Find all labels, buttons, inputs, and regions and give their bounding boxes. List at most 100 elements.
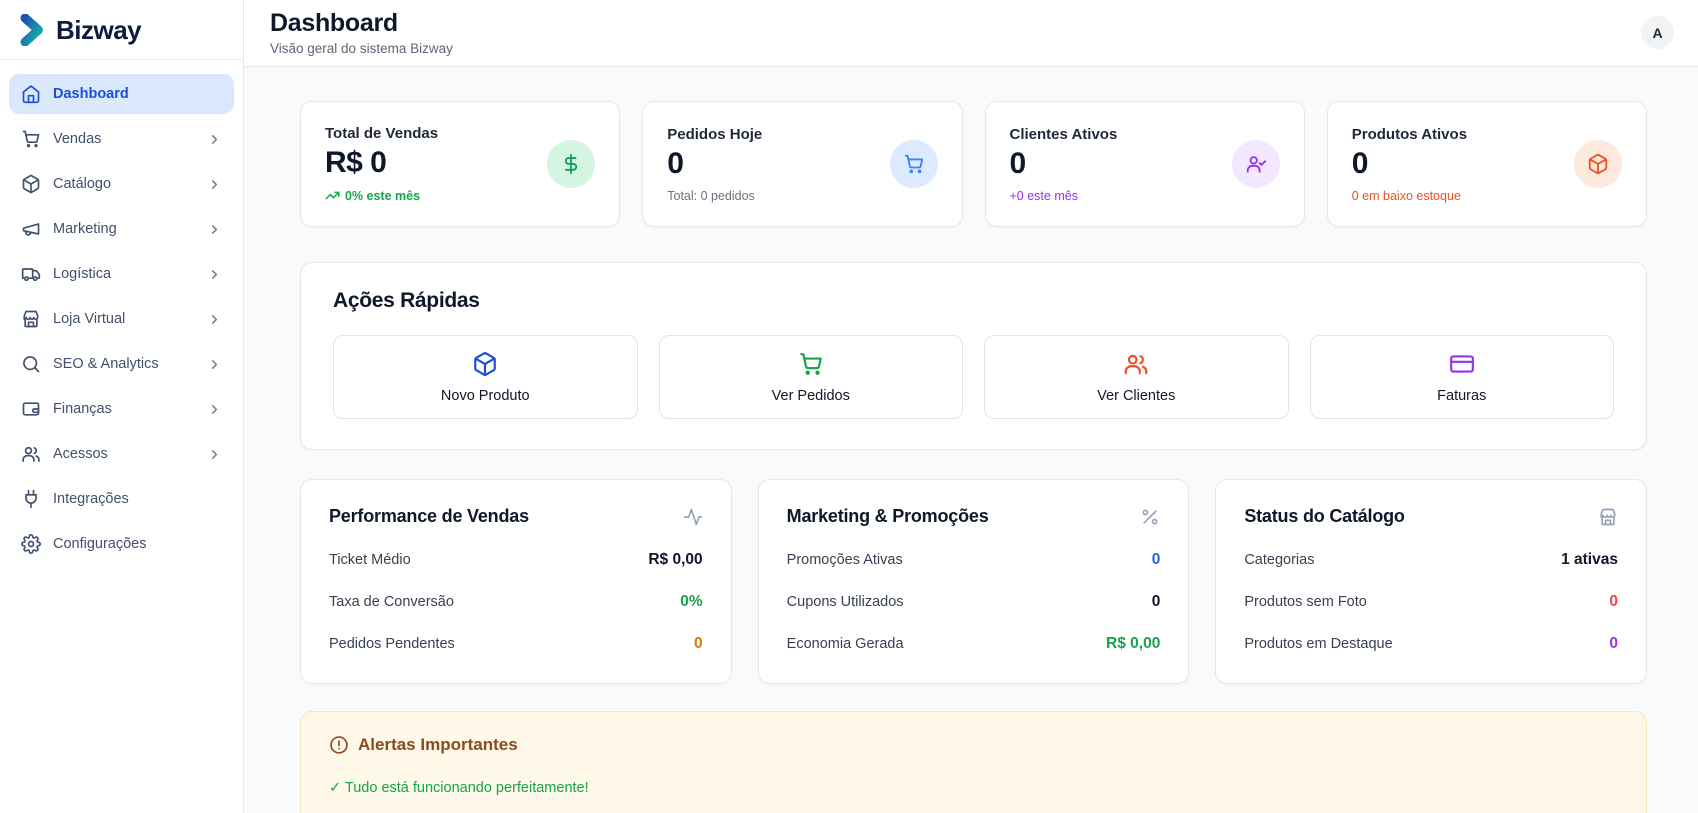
info-row-label: Produtos em Destaque — [1244, 636, 1393, 652]
chevron-right-icon — [207, 177, 222, 192]
info-row: Economia Gerada R$ 0,00 — [787, 635, 1161, 653]
page-heading: Dashboard Visão geral do sistema Bizway — [270, 9, 453, 56]
novo-produto-button[interactable]: Novo Produto — [333, 335, 638, 419]
info-row-value: R$ 0,00 — [648, 551, 703, 568]
sidebar-item-seo-analytics[interactable]: SEO & Analytics — [9, 344, 234, 384]
quick-actions-section: Ações Rápidas Novo Produto Ver Pedidos V… — [300, 262, 1647, 450]
qa-label: Ver Clientes — [1097, 387, 1176, 404]
stat-sub: Total: 0 pedidos — [667, 188, 755, 203]
chevron-right-icon — [207, 357, 222, 372]
faturas-button[interactable]: Faturas — [1309, 335, 1614, 419]
dashboard-content: Total de Vendas R$ 0 0% este mês Pedidos… — [244, 67, 1698, 813]
info-row: Pedidos Pendentes 0 — [329, 635, 703, 653]
stat-text: Pedidos Hoje 0 Total: 0 pedidos — [667, 126, 762, 203]
user-check-icon — [1231, 140, 1280, 188]
stat-sub: +0 este mês — [1009, 188, 1078, 203]
sidebar-item-label: Catálogo — [53, 176, 112, 192]
credit-card-icon — [1449, 351, 1475, 377]
performance-vendas-card: Performance de Vendas Ticket Médio R$ 0,… — [300, 479, 732, 684]
stat-label: Total de Vendas — [325, 125, 439, 142]
sidebar-item-logistica[interactable]: Logística — [9, 254, 234, 294]
search-icon — [21, 354, 41, 374]
stat-card-produtos-ativos: Produtos Ativos 0 0 em baixo estoque — [1326, 101, 1647, 227]
plug-icon — [21, 489, 41, 509]
info-row-label: Pedidos Pendentes — [329, 636, 455, 652]
alerts-title: Alertas Importantes — [358, 735, 518, 754]
sidebar-item-catalogo[interactable]: Catálogo — [9, 164, 234, 204]
page-title: Dashboard — [270, 9, 398, 37]
info-row: Ticket Médio R$ 0,00 — [329, 551, 703, 569]
top-header: Dashboard Visão geral do sistema Bizway … — [244, 0, 1698, 67]
qa-label: Novo Produto — [440, 387, 530, 404]
cart-icon — [889, 140, 938, 188]
stat-card-pedidos-hoje: Pedidos Hoje 0 Total: 0 pedidos — [642, 101, 963, 227]
page-subtitle: Visão geral do sistema Bizway — [270, 41, 453, 56]
qa-label: Ver Pedidos — [771, 387, 850, 404]
info-card-header: Marketing & Promoções — [787, 506, 1161, 527]
info-row: Taxa de Conversão 0% — [329, 593, 703, 611]
ver-clientes-button[interactable]: Ver Clientes — [984, 335, 1289, 419]
package-icon — [1574, 140, 1622, 188]
info-row: Produtos em Destaque 0 — [1244, 635, 1618, 653]
chevron-right-icon — [207, 402, 222, 417]
info-card-title: Performance de Vendas — [329, 506, 529, 526]
dollar-icon — [547, 140, 596, 188]
gear-icon — [21, 534, 41, 554]
sidebar-item-label: Marketing — [53, 221, 117, 237]
info-card-header: Status do Catálogo — [1244, 506, 1618, 527]
stat-value: 0 — [667, 146, 684, 180]
store-icon — [21, 309, 41, 329]
ver-pedidos-button[interactable]: Ver Pedidos — [658, 335, 963, 419]
package-icon — [21, 174, 41, 194]
stat-sub: 0% este mês — [325, 188, 438, 203]
info-card-title: Marketing & Promoções — [786, 506, 989, 526]
sidebar-item-vendas[interactable]: Vendas — [9, 119, 234, 159]
package-icon — [472, 351, 498, 377]
sidebar-item-label: Configurações — [53, 536, 147, 552]
sidebar-item-label: SEO & Analytics — [53, 356, 159, 372]
users-icon — [21, 444, 41, 464]
stat-sub: 0 em baixo estoque — [1351, 188, 1461, 203]
sidebar-item-label: Dashboard — [53, 86, 129, 102]
sidebar-item-acessos[interactable]: Acessos — [9, 434, 234, 474]
brand-name: Bizway — [56, 14, 142, 45]
stat-value: 0 — [1009, 146, 1027, 180]
chevron-right-icon — [207, 267, 222, 282]
shopping-cart-icon — [798, 351, 824, 377]
shopping-cart-icon — [21, 129, 41, 149]
main-area: Dashboard Visão geral do sistema Bizway … — [244, 0, 1698, 813]
sidebar-item-label: Vendas — [53, 131, 102, 147]
users-icon — [1123, 351, 1149, 377]
quick-actions-title: Ações Rápidas — [333, 289, 480, 312]
avatar[interactable]: A — [1641, 16, 1674, 49]
info-row-value: 0 — [1151, 551, 1161, 568]
sidebar-item-dashboard[interactable]: Dashboard — [9, 74, 234, 114]
sidebar-item-financas[interactable]: Finanças — [9, 389, 234, 429]
info-row-value: 0 — [1609, 635, 1618, 652]
alert-circle-icon — [329, 735, 349, 755]
qa-label: Faturas — [1437, 387, 1487, 404]
sidebar-item-label: Finanças — [53, 401, 112, 417]
sidebar-item-integracoes[interactable]: Integrações — [9, 479, 234, 519]
sidebar-item-marketing[interactable]: Marketing — [9, 209, 234, 249]
sidebar-item-configuracoes[interactable]: Configurações — [9, 524, 234, 564]
info-row-label: Ticket Médio — [329, 552, 411, 568]
percent-icon — [1140, 507, 1160, 527]
megaphone-icon — [21, 219, 41, 239]
stat-label: Clientes Ativos — [1009, 125, 1118, 143]
chevron-right-icon — [207, 132, 222, 147]
sidebar-item-loja-virtual[interactable]: Loja Virtual — [9, 299, 234, 339]
alerts-message: ✓ Tudo está funcionando perfeitamente! — [329, 780, 589, 796]
sidebar-item-label: Integrações — [53, 491, 129, 507]
info-row-label: Categorias — [1244, 552, 1315, 568]
info-card-header: Performance de Vendas — [329, 506, 703, 527]
bizway-logo-icon — [16, 14, 48, 46]
status-catalogo-card: Status do Catálogo Categorias 1 ativas P… — [1215, 479, 1647, 684]
stat-card-total-vendas: Total de Vendas R$ 0 0% este mês — [300, 101, 621, 227]
brand-logo[interactable]: Bizway — [0, 0, 243, 60]
info-row: Promoções Ativas 0 — [787, 551, 1161, 569]
quick-actions-grid: Novo Produto Ver Pedidos Ver Clientes Fa… — [333, 335, 1614, 419]
info-cards-row: Performance de Vendas Ticket Médio R$ 0,… — [300, 479, 1647, 684]
info-row-label: Cupons Utilizados — [786, 594, 904, 610]
stat-sub-text: 0% este mês — [345, 188, 421, 203]
